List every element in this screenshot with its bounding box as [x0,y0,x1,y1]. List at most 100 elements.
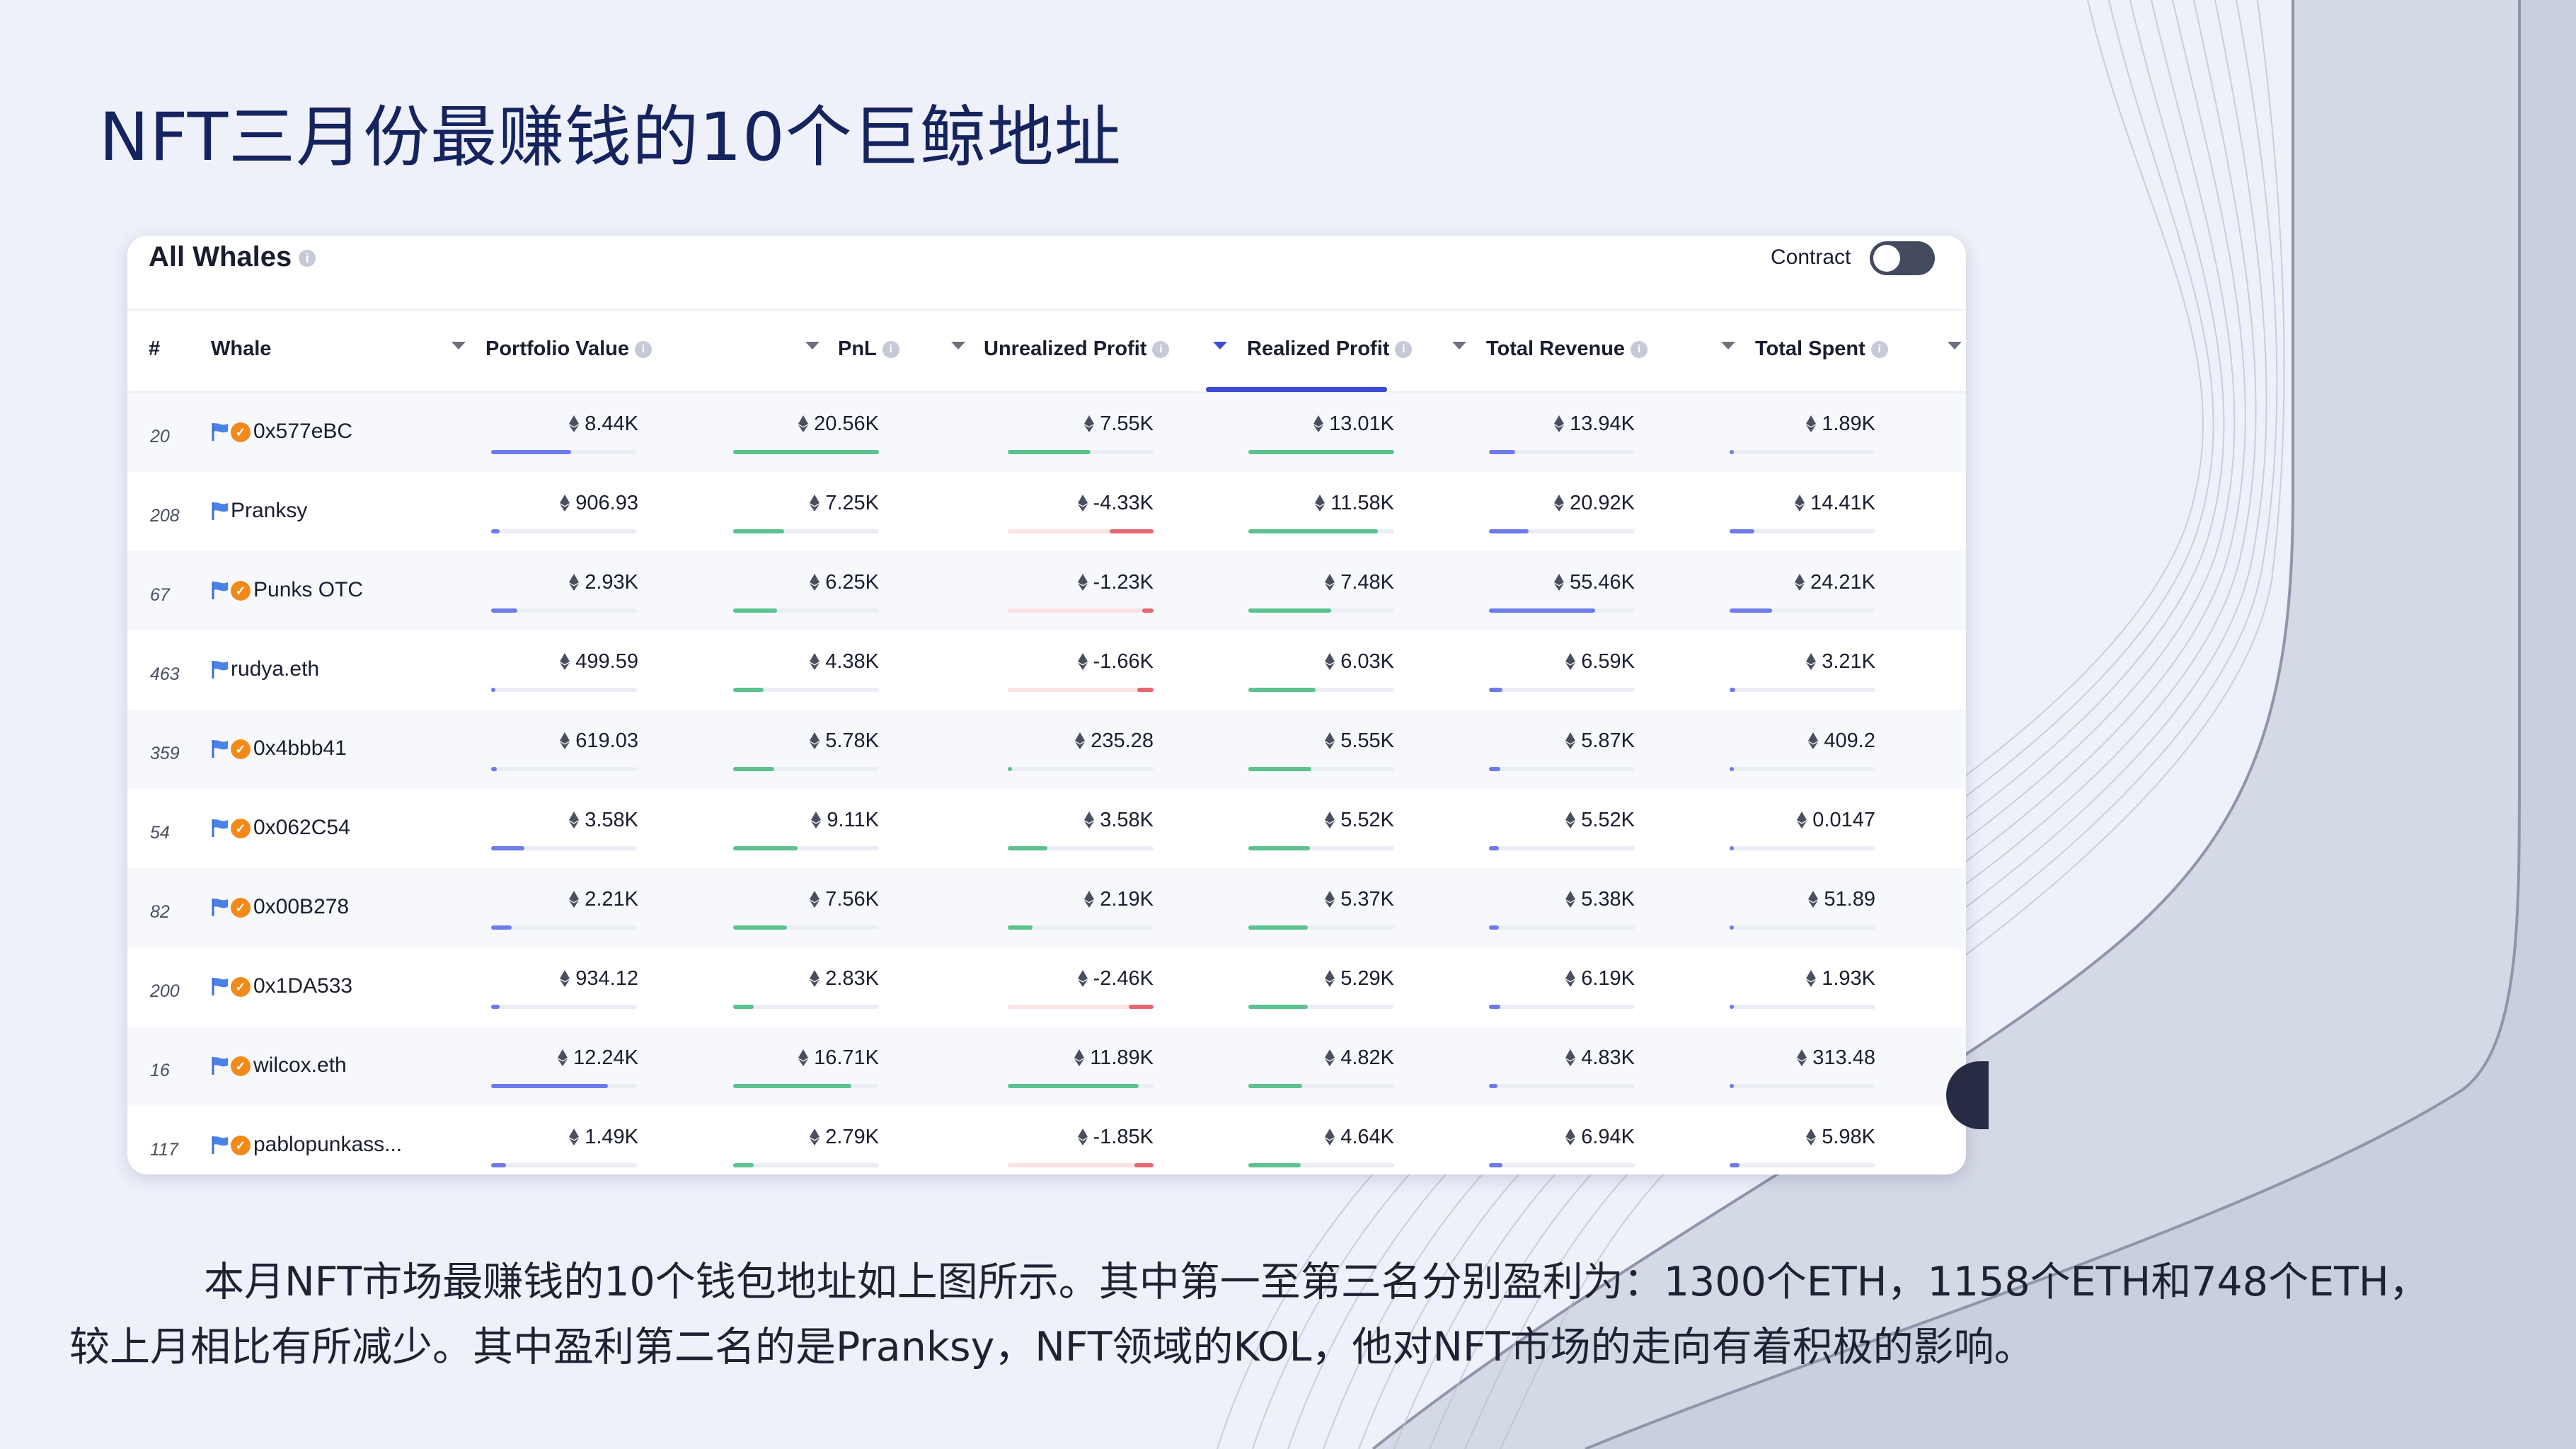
eth-icon [1806,969,1817,987]
whale-name-link[interactable]: Punks OTC [253,578,363,602]
whale-name-link[interactable]: 0x4bbb41 [253,737,347,761]
eth-icon [1565,811,1576,829]
cell-pnl-value: 7.56K [825,888,879,911]
verified-badge-icon: ✓ [231,422,251,442]
bar-spent-fill [1730,1163,1740,1167]
chevron-down-icon[interactable] [1721,342,1735,350]
table-row[interactable]: 16 ✓ wilcox.eth 12.24K 16.71K 11.89K 4.82K 4.83… [127,1027,1966,1106]
col-unrealized-profit-label: Unrealized Profit [984,337,1147,360]
cell-spent: 313.48 [1797,1046,1875,1070]
bar-pnl-track [733,450,879,454]
whale-name-link[interactable]: 0x00B278 [253,895,349,919]
bar-realized-fill [1248,925,1308,930]
col-total-spent-label: Total Spent [1755,337,1865,360]
flag-icon[interactable] [209,659,231,680]
info-icon[interactable]: i [1870,341,1888,359]
flag-icon[interactable] [209,579,231,601]
bar-unrealized-fill [1008,1084,1139,1088]
bar-realized-fill [1248,767,1311,771]
flag-icon[interactable] [209,421,231,442]
chevron-down-icon[interactable] [1452,342,1466,350]
whale-name-link[interactable]: 0x1DA533 [253,974,352,998]
bar-revenue-track [1489,1163,1635,1167]
col-unrealized-profit[interactable]: Unrealized Profit i [984,337,1170,361]
bar-spent-fill [1730,1084,1734,1088]
bar-realized-fill [1248,529,1378,533]
flag-icon[interactable] [209,976,231,997]
whale-name-link[interactable]: 0x577eBC [253,420,352,444]
col-total-revenue[interactable]: Total Revenue i [1486,337,1648,361]
row-rank: 200 [150,981,180,1001]
cell-portfolio-value: 2.21K [585,888,638,911]
card-header: All Whales i Contract [127,236,1966,311]
cell-portfolio: 3.58K [569,809,638,832]
table-row[interactable]: 359 ✓ 0x4bbb41 619.03 5.78K 235.28 5.55K 5.87K 4… [127,710,1966,789]
chevron-down-icon[interactable] [951,342,965,350]
chevron-down-icon[interactable] [452,342,466,350]
flag-icon[interactable] [209,817,231,838]
table-row[interactable]: 117 ✓ pablopunkass... 1.49K 2.79K -1.85K 4.64K… [127,1106,1966,1174]
eth-icon [560,969,570,987]
chevron-down-icon[interactable] [1948,342,1962,350]
cell-unrealized: 11.89K [1074,1046,1154,1070]
table-row[interactable]: 67 ✓ Punks OTC 2.93K 6.25K -1.23K 7.48K 55.46K 2… [127,551,1966,630]
col-whale[interactable]: Whale [211,337,271,361]
col-realized-profit[interactable]: Realized Profit i [1247,337,1413,361]
whale-name-link[interactable]: wilcox.eth [253,1053,347,1078]
cell-revenue: 6.59K [1565,650,1635,674]
info-icon[interactable]: i [1395,341,1413,359]
table-row[interactable]: 82 ✓ 0x00B278 2.21K 7.56K 2.19K 5.37K 5.38K 51.8… [127,868,1966,947]
info-icon[interactable]: i [635,341,652,359]
cell-unrealized: -2.46K [1077,967,1154,991]
bar-pnl-fill [733,608,777,613]
bar-revenue-fill [1489,1084,1497,1088]
contract-toggle[interactable] [1870,241,1935,275]
cell-realized: 5.55K [1325,729,1394,753]
flag-icon[interactable] [209,1055,231,1076]
whale-name-link[interactable]: pablopunkass... [253,1133,402,1157]
contract-label: Contract [1771,246,1851,269]
eth-icon [810,890,820,908]
whale-name-link[interactable]: 0x062C54 [253,816,350,840]
info-icon[interactable]: i [299,250,316,267]
caption-line-1: 本月NFT市场最赚钱的10个钱包地址如上图所示。其中第一至第三名分别盈利为：13… [204,1259,2430,1305]
bar-revenue-track [1489,1084,1635,1088]
table-row[interactable]: 54 ✓ 0x062C54 3.58K 9.11K 3.58K 5.52K 5.52K 0.01… [127,789,1966,868]
table-row[interactable]: 200 ✓ 0x1DA533 934.12 2.83K -2.46K 5.29K 6.19K 1… [127,947,1966,1027]
chevron-down-icon[interactable] [805,342,820,350]
flag-icon[interactable] [209,1134,231,1155]
table-row[interactable]: 20 ✓ 0x577eBC 8.44K 20.56K 7.55K 13.01K 13.94K 1… [127,393,1966,472]
col-total-spent[interactable]: Total Spent i [1755,337,1888,361]
cell-revenue-value: 6.94K [1581,1126,1635,1148]
whale-name-link[interactable]: Pranksy [231,499,307,523]
flag-icon[interactable] [209,896,231,918]
col-portfolio-value[interactable]: Portfolio Value i [485,337,652,361]
col-pnl[interactable]: PnL i [838,337,899,361]
bar-revenue-fill [1489,688,1502,692]
bar-portfolio-fill [491,529,500,533]
table-row[interactable]: 208 Pranksy 906.93 7.25K -4.33K 11.58K 20.92K 1… [127,472,1966,551]
eth-icon [1325,732,1335,749]
verified-badge-icon: ✓ [231,1136,251,1155]
flag-icon[interactable] [209,500,231,521]
cell-portfolio-value: 619.03 [575,729,638,752]
bar-spent-track [1730,1163,1875,1167]
chevron-down-icon[interactable] [1213,342,1227,350]
caption-text: 本月NFT市场最赚钱的10个钱包地址如上图所示。其中第一至第三名分别盈利为：13… [69,1249,2490,1380]
eth-icon [1808,732,1819,749]
table-row[interactable]: 463 rudya.eth 499.59 4.38K -1.66K 6.03K 6.59K 3… [127,630,1966,710]
info-icon[interactable]: i [1631,341,1648,359]
info-icon[interactable]: i [882,341,899,359]
table-header-row: # Whale Portfolio Value i PnL i Unrealized… [127,311,1966,393]
flag-icon[interactable] [209,738,231,759]
cell-unrealized-value: 3.58K [1100,809,1154,831]
bar-pnl-track [733,1163,879,1167]
whale-name-link[interactable]: rudya.eth [231,657,319,681]
cell-unrealized-value: -1.23K [1093,571,1154,594]
bar-portfolio-fill [491,608,517,613]
row-rank: 117 [150,1140,178,1160]
row-rank: 20 [150,427,170,446]
info-icon[interactable]: i [1152,341,1170,359]
bar-revenue-fill [1489,846,1499,850]
bar-unrealized-track [1008,1084,1154,1088]
